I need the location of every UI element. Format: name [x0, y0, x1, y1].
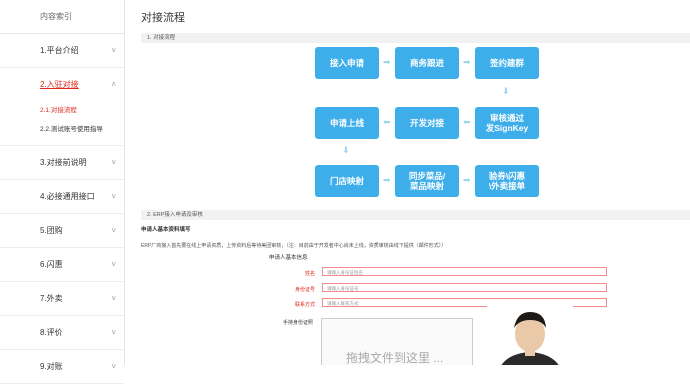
- sidebar-item-group-buy[interactable]: 5.团购 ˅: [0, 214, 124, 248]
- name-field[interactable]: 请输入身份证姓名: [322, 267, 607, 276]
- chevron-down-icon: ˅: [111, 226, 116, 235]
- chevron-down-icon: ˅: [111, 362, 116, 371]
- chevron-down-icon: ˅: [111, 158, 116, 167]
- chevron-down-icon: ˅: [111, 46, 116, 55]
- sidebar-item-flash[interactable]: 6.闪惠 ˅: [0, 248, 124, 282]
- arrow-down-icon: ⬇: [502, 86, 510, 96]
- sidebar-title: 内容索引: [0, 0, 124, 34]
- description-text: ERP厂商接入首先要在线上申请资质，上传资料后等待美团审核，（注：目前由于开发者…: [141, 243, 447, 249]
- sidebar-item-label: 7.外卖: [40, 294, 63, 303]
- form-title: 申请人基本资料填写: [141, 227, 191, 233]
- chevron-up-icon: ˄: [111, 80, 116, 89]
- file-drop-zone[interactable]: 拖拽文件到这里 ...: [321, 318, 473, 365]
- section-header-flow: 1. 对接流程: [141, 33, 690, 43]
- sidebar-subitem-flow[interactable]: 2.1.对接流程: [0, 101, 124, 120]
- sidebar-item-onboarding[interactable]: 2.入驻对接 ˄: [0, 68, 124, 101]
- flow-step-sign: 签约建群: [475, 47, 539, 79]
- id-photo: [487, 306, 573, 365]
- field-label-contact: 联系方式: [294, 302, 315, 308]
- flow-step-approve: 审核通过 发SignKey: [475, 107, 539, 139]
- field-label-id: 身份证号: [294, 287, 315, 293]
- flow-step-launch: 申请上线: [315, 107, 379, 139]
- flow-step-menu-sync: 同步菜品/ 菜品映射: [395, 165, 459, 197]
- form-header: 申请人基本信息: [269, 255, 308, 261]
- section-header-apply: 2. ERP接入申请及审核: [141, 210, 690, 220]
- field-label-name: 姓名: [304, 271, 315, 277]
- sidebar-item-common-api[interactable]: 4.必接通用接口 ˅: [0, 180, 124, 214]
- flow-step-develop: 开发对接: [395, 107, 459, 139]
- id-number-field[interactable]: 请输入身份证号: [322, 283, 607, 292]
- sidebar-submenu: 2.1.对接流程 2.2.测试账号使用指导: [0, 101, 124, 146]
- chevron-down-icon: ˅: [111, 328, 116, 337]
- arrow-left-icon: ⬅: [383, 117, 391, 127]
- flow-step-store-map: 门店映射: [315, 165, 379, 197]
- sidebar-item-label: 5.团购: [40, 226, 63, 235]
- chevron-down-icon: ˅: [111, 260, 116, 269]
- sidebar-item-label: 2.入驻对接: [40, 80, 79, 89]
- sidebar-item-pre-integration[interactable]: 3.对接前说明 ˅: [0, 146, 124, 180]
- sidebar-item-label: 3.对接前说明: [40, 158, 87, 167]
- sidebar-item-label: 4.必接通用接口: [40, 192, 95, 201]
- arrow-down-icon: ⬇: [342, 145, 350, 155]
- chevron-down-icon: ˅: [111, 192, 116, 201]
- sidebar-item-review[interactable]: 8.评价 ˅: [0, 316, 124, 350]
- arrow-left-icon: ⬅: [463, 117, 471, 127]
- sidebar-item-label: 1.平台介绍: [40, 46, 79, 55]
- sidebar-item-label: 9.对账: [40, 362, 63, 371]
- sidebar-item-label: 8.评价: [40, 328, 63, 337]
- arrow-right-icon: ➡: [383, 57, 391, 67]
- sidebar-item-label: 6.闪惠: [40, 260, 63, 269]
- main-content: 对接流程 1. 对接流程 接入申请 ➡ 商务跟进 ➡ 签约建群 ⬇ 审核通过 发…: [125, 0, 690, 365]
- flow-step-business: 商务跟进: [395, 47, 459, 79]
- arrow-right-icon: ➡: [463, 175, 471, 185]
- arrow-right-icon: ➡: [383, 175, 391, 185]
- page-title: 对接流程: [141, 12, 185, 24]
- photo-label: 手持身份证照: [283, 320, 314, 326]
- drop-zone-text: 拖拽文件到这里 ...: [346, 351, 444, 365]
- sidebar-item-reconcile[interactable]: 9.对账 ˅: [0, 350, 124, 384]
- flow-step-orders: 验券\闪惠 \外卖接单: [475, 165, 539, 197]
- arrow-right-icon: ➡: [463, 57, 471, 67]
- sidebar-subitem-test-account[interactable]: 2.2.测试账号使用指导: [0, 120, 124, 139]
- flow-step-apply: 接入申请: [315, 47, 379, 79]
- sidebar-item-platform[interactable]: 1.平台介绍 ˅: [0, 34, 124, 68]
- sidebar: 内容索引 1.平台介绍 ˅ 2.入驻对接 ˄ 2.1.对接流程 2.2.测试账号…: [0, 0, 125, 384]
- chevron-down-icon: ˅: [111, 294, 116, 303]
- sidebar-item-takeout[interactable]: 7.外卖 ˅: [0, 282, 124, 316]
